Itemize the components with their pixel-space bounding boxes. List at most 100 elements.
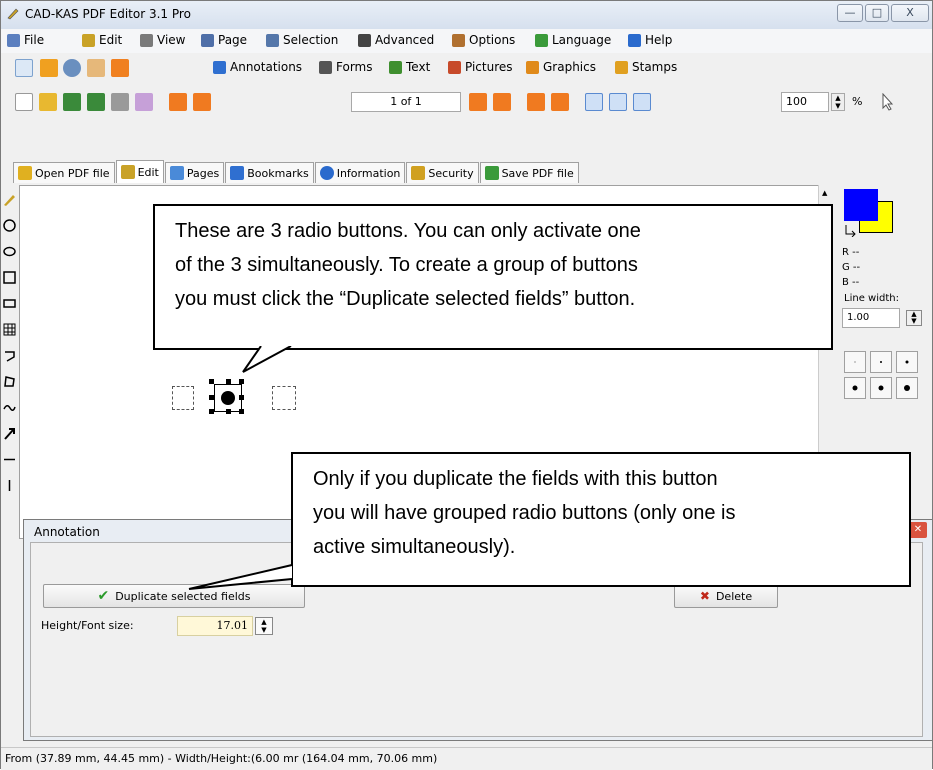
vertical-line-tool-icon[interactable] [3,479,16,492]
tab-bookmarks[interactable]: Bookmarks [225,162,314,183]
polygon-tool-icon[interactable] [3,375,16,388]
pictures-button[interactable]: Pictures [448,60,513,74]
arrow-tool-icon[interactable] [3,427,16,440]
save-as-icon[interactable] [87,93,105,111]
height-font-size-input[interactable]: 17.01 [177,616,253,636]
fit-width-icon[interactable] [633,93,651,111]
drawing-tools [1,183,17,543]
minimize-button[interactable]: — [837,4,863,22]
menu-help[interactable]: Help [628,33,672,47]
forms-label: Forms [336,60,373,74]
first-page-icon[interactable] [169,93,187,111]
app-pen-icon [7,8,19,20]
menu-file[interactable]: File [7,33,44,47]
print-icon[interactable] [111,93,129,111]
forms-button[interactable]: Forms [319,60,372,74]
fit-height-icon[interactable] [609,93,627,111]
dot-size-button[interactable] [844,351,866,373]
zoom-spinner[interactable]: ▲ ▼ [831,93,845,111]
annotations-button[interactable]: Annotations [213,60,302,74]
callout-duplicate: Only if you duplicate the fields with th… [291,452,911,587]
menu-help-label: Help [645,33,673,47]
menu-selection[interactable]: Selection [266,33,338,47]
dialog-close-icon[interactable]: ✕ [909,522,927,538]
pictures-icon [448,60,461,74]
ellipse-tool-icon[interactable] [3,245,16,258]
text-button[interactable]: Text [389,60,430,74]
undo-icon[interactable] [527,93,545,111]
radio-field-1[interactable] [172,386,194,410]
delete-button[interactable]: ✖ Delete [674,584,778,608]
blue-value: B -- [842,277,860,288]
open-folder-icon [18,166,32,180]
open-folder-icon[interactable] [39,93,57,111]
hand-icon[interactable] [87,59,105,77]
polyline-tool-icon[interactable] [3,349,16,362]
tab-open-pdf-label: Open PDF file [35,166,110,180]
next-page-icon[interactable] [469,93,487,111]
options-icon [452,33,465,47]
green-value: G -- [842,262,861,273]
graphics-button[interactable]: Graphics [526,60,596,74]
zoom-icon[interactable] [63,59,81,77]
curve-tool-icon[interactable] [3,401,16,414]
help-icon [628,33,641,47]
menu-options[interactable]: Options [452,33,515,47]
radio-field-3[interactable] [272,386,296,410]
tab-bookmarks-label: Bookmarks [247,166,309,180]
dot-size-button[interactable] [896,351,918,373]
tab-edit[interactable]: Edit [115,160,164,183]
rectangle-select-icon[interactable] [40,59,58,77]
tab-security[interactable]: Security [406,162,479,183]
actual-size-icon[interactable] [585,93,603,111]
text-a-icon[interactable] [111,59,129,77]
tab-information[interactable]: Information [314,162,406,183]
menu-page[interactable]: Page [201,33,247,47]
tab-open-pdf[interactable]: Open PDF file [13,162,115,183]
rectangle-tool-icon[interactable] [3,297,16,310]
text-icon [389,60,402,74]
save-icon[interactable] [63,93,81,111]
radio-field-2-selected[interactable] [214,384,242,412]
dialog-title: Annotation [34,525,100,539]
redo-icon[interactable] [551,93,569,111]
tab-security-label: Security [428,166,474,180]
menu-view[interactable]: View [140,33,185,47]
annotations-icon [213,60,226,74]
close-window-button[interactable]: X [891,4,929,22]
callout-top-line-2: of the 3 simultaneously. To create a gro… [175,254,638,276]
maximize-button[interactable]: □ [865,4,889,22]
scroll-up-icon[interactable]: ▲ [822,189,827,197]
square-tool-icon[interactable] [3,271,16,284]
line-tool-icon[interactable] [3,453,16,466]
dot-size-button[interactable] [870,377,892,399]
export-icon[interactable] [135,93,153,111]
last-page-icon[interactable] [493,93,511,111]
line-width-spinner[interactable]: ▲ ▼ [906,310,922,326]
dot-size-button[interactable] [844,377,866,399]
zoom-input[interactable]: 100 [781,92,829,112]
dot-size-button[interactable] [870,351,892,373]
foreground-color-swatch[interactable] [844,189,878,221]
forms-icon [319,60,332,74]
tab-save-pdf[interactable]: Save PDF file [479,162,579,183]
cursor-arrow-icon[interactable] [881,93,895,111]
pointer-tool-icon[interactable] [15,59,33,77]
page-indicator[interactable]: 1 of 1 [351,92,461,112]
new-document-icon[interactable] [15,93,33,111]
stamps-button[interactable]: Stamps [615,60,677,74]
height-spinner[interactable]: ▲ ▼ [255,617,273,635]
table-tool-icon[interactable] [3,323,16,336]
tab-pages[interactable]: Pages [164,162,225,183]
page-icon [201,33,214,47]
previous-page-icon[interactable] [193,93,211,111]
dot-size-button[interactable] [896,377,918,399]
menu-edit[interactable]: Edit [82,33,122,47]
menu-advanced[interactable]: Advanced [358,33,434,47]
circle-tool-icon[interactable] [3,219,16,232]
pencil-tool-icon[interactable] [3,193,16,206]
swap-colors-icon[interactable] [844,223,858,237]
line-width-input[interactable]: 1.00 [842,308,900,328]
menu-language[interactable]: Language [535,33,611,47]
window-title: CAD-KAS PDF Editor 3.1 Pro [25,7,191,21]
